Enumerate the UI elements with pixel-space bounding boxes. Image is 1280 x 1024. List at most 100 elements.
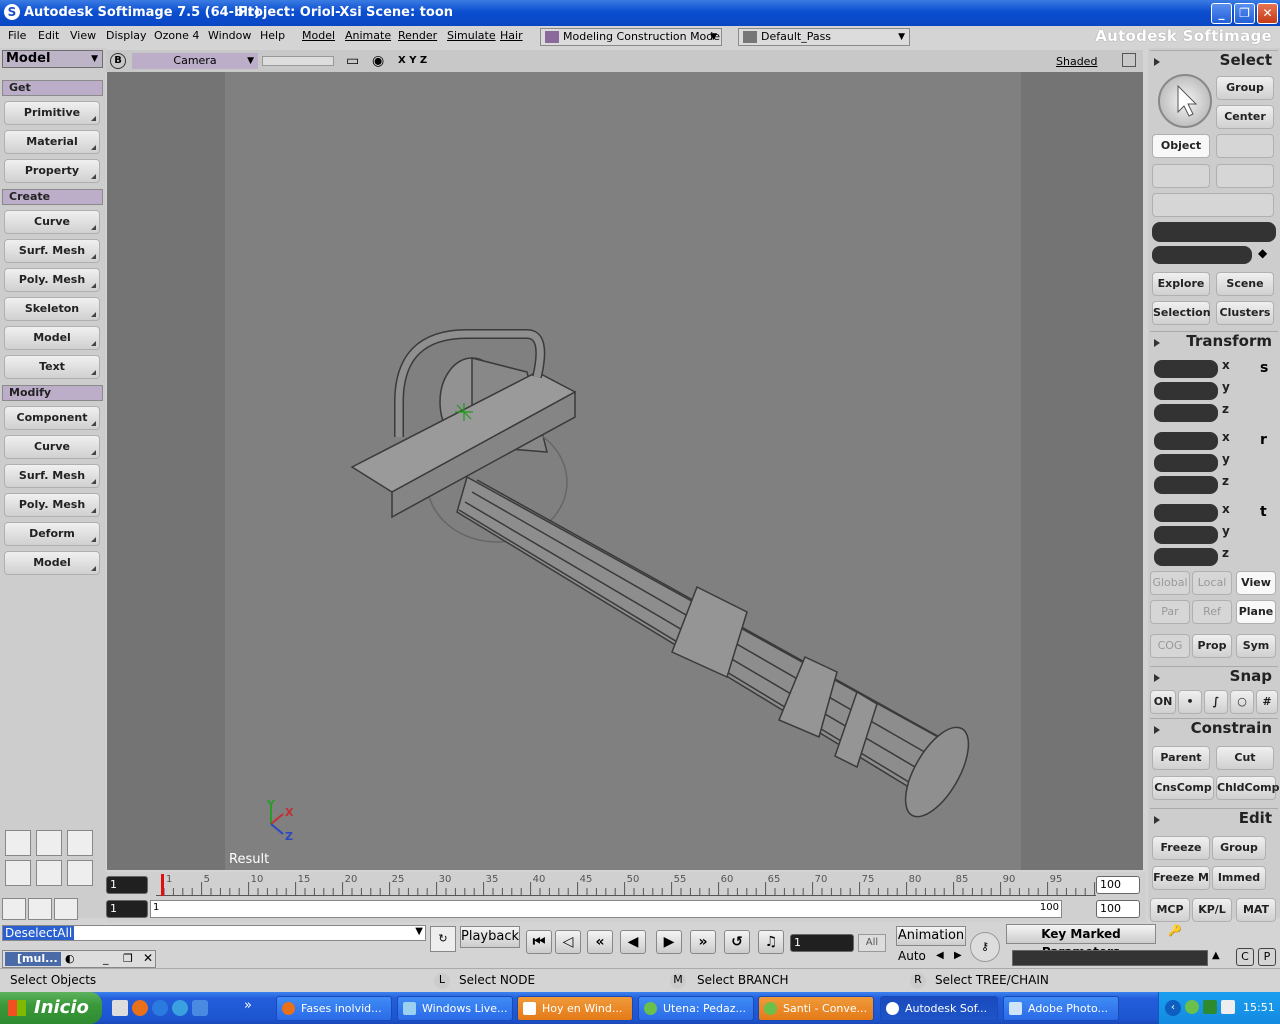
- get-property-button[interactable]: Property: [4, 159, 100, 183]
- snap-curves-icon[interactable]: ∫: [1204, 690, 1228, 714]
- prev-key-arrow-icon[interactable]: ◀: [936, 950, 944, 961]
- keying-set-field[interactable]: [1012, 950, 1208, 966]
- shading-select[interactable]: Shaded: [1056, 55, 1097, 68]
- scale-y-field[interactable]: [1154, 382, 1218, 400]
- maximize-button[interactable]: ❐: [1234, 3, 1255, 24]
- cnscomp-button[interactable]: CnsComp: [1152, 776, 1214, 800]
- layout-three-icon[interactable]: [67, 860, 93, 886]
- audio-icon[interactable]: ♫: [758, 930, 784, 954]
- menu-view[interactable]: View: [70, 29, 96, 42]
- animation-menu-button[interactable]: Animation: [896, 926, 966, 946]
- chldcomp-button[interactable]: ChldComp: [1216, 776, 1280, 800]
- range-slider[interactable]: 1 100: [150, 900, 1062, 918]
- command-line[interactable]: DeselectAll ▼: [2, 925, 426, 941]
- explore-button[interactable]: Explore: [1152, 272, 1210, 296]
- selection-name-field[interactable]: [1152, 222, 1276, 242]
- scale-tool-button[interactable]: s: [1260, 360, 1268, 376]
- layout-vertical-icon[interactable]: [36, 860, 62, 886]
- timeline-end-field[interactable]: 100: [1096, 876, 1140, 894]
- global-mode-button[interactable]: Global: [1150, 571, 1190, 595]
- timeline-start-field[interactable]: 1: [106, 876, 148, 894]
- ref-mode-button[interactable]: Ref: [1192, 600, 1232, 624]
- select-filter-button[interactable]: [1152, 193, 1274, 217]
- mini-tab[interactable]: [mul...: [5, 952, 61, 966]
- create-model-button[interactable]: Model: [4, 326, 100, 350]
- layout-split-icon[interactable]: [36, 830, 62, 856]
- section-create[interactable]: Create: [2, 189, 103, 205]
- paste-keys-icon[interactable]: P: [1258, 948, 1276, 966]
- modify-deform-button[interactable]: Deform: [4, 522, 100, 546]
- quicklaunch-media-icon[interactable]: [112, 1000, 128, 1016]
- quicklaunch-browser-icon[interactable]: [172, 1000, 188, 1016]
- select-arrow-icon[interactable]: [1158, 74, 1212, 128]
- menu-help[interactable]: Help: [260, 29, 285, 42]
- parent-button[interactable]: Parent: [1152, 746, 1210, 770]
- tray-messenger-icon[interactable]: [1185, 1000, 1199, 1014]
- modify-component-button[interactable]: Component: [4, 406, 100, 430]
- translate-tool-button[interactable]: t: [1260, 504, 1267, 520]
- get-material-button[interactable]: Material: [4, 130, 100, 154]
- camera-select[interactable]: Camera ▼: [132, 53, 258, 69]
- select-group-button[interactable]: Group: [1216, 76, 1274, 100]
- select-object-button[interactable]: Object: [1152, 134, 1210, 158]
- taskbar-item-hoy-en-windows[interactable]: Hoy en Wind...: [517, 996, 633, 1021]
- eye-icon[interactable]: ◉: [372, 53, 384, 69]
- key-icon[interactable]: ⚷: [970, 932, 1000, 962]
- taskbar-item-photoshop[interactable]: Adobe Photo...: [1003, 996, 1119, 1021]
- rotate-x-field[interactable]: [1154, 432, 1218, 450]
- create-text-button[interactable]: Text: [4, 355, 100, 379]
- taskbar-item-santi[interactable]: Santi - Conve...: [758, 996, 874, 1021]
- freeze-m-button[interactable]: Freeze M: [1152, 866, 1210, 890]
- mat-tab[interactable]: MAT: [1236, 898, 1276, 922]
- scale-z-field[interactable]: [1154, 404, 1218, 422]
- select-panel-title[interactable]: Select: [1150, 50, 1278, 70]
- viewport-letter[interactable]: B: [110, 53, 126, 69]
- create-skeleton-button[interactable]: Skeleton: [4, 297, 100, 321]
- playback-menu-button[interactable]: Playback: [460, 926, 520, 948]
- kpl-tab[interactable]: KP/L: [1192, 898, 1232, 922]
- clusters-button[interactable]: Clusters: [1216, 301, 1274, 325]
- snap-panel-title[interactable]: Snap: [1150, 666, 1278, 686]
- tab-options-icon[interactable]: ◐: [65, 952, 75, 965]
- snap-keys-icon[interactable]: [2, 898, 26, 920]
- quicklaunch-app-icon[interactable]: [192, 1000, 208, 1016]
- quicklaunch-more-icon[interactable]: »: [244, 998, 252, 1013]
- menu-file[interactable]: File: [8, 29, 26, 42]
- current-frame-field[interactable]: 1: [790, 934, 854, 952]
- layout-single-icon[interactable]: [5, 830, 31, 856]
- mcp-tab[interactable]: MCP: [1150, 898, 1190, 922]
- tray-expand-icon[interactable]: ‹: [1165, 1000, 1181, 1016]
- layout-horizontal-icon[interactable]: [5, 860, 31, 886]
- selection-filter-field[interactable]: [1152, 246, 1252, 264]
- selection-button[interactable]: Selection: [1152, 301, 1211, 325]
- auto-key-button[interactable]: Auto: [898, 949, 926, 963]
- freeze-button[interactable]: Freeze: [1152, 836, 1210, 860]
- menu-simulate[interactable]: Simulate: [447, 29, 496, 42]
- pass-select[interactable]: Default_Pass ▼: [738, 28, 910, 46]
- sphere-icon[interactable]: [54, 898, 78, 920]
- prev-key-icon[interactable]: «: [587, 930, 613, 954]
- scene-button[interactable]: Scene: [1216, 272, 1274, 296]
- select-blank-button[interactable]: [1216, 134, 1274, 158]
- create-curve-button[interactable]: Curve: [4, 210, 100, 234]
- get-primitive-button[interactable]: Primitive: [4, 101, 100, 125]
- snap-points-icon[interactable]: •: [1178, 690, 1202, 714]
- menu-animate[interactable]: Animate: [345, 29, 391, 42]
- quicklaunch-firefox-icon[interactable]: [132, 1000, 148, 1016]
- toolbar-mode-select[interactable]: Model ▼: [2, 50, 103, 68]
- all-button[interactable]: All: [858, 934, 886, 952]
- modify-poly-mesh-button[interactable]: Poly. Mesh: [4, 493, 100, 517]
- menu-ozone[interactable]: Ozone 4: [154, 29, 199, 42]
- rotate-y-field[interactable]: [1154, 454, 1218, 472]
- select-blank-button-3[interactable]: [1216, 164, 1274, 188]
- menu-render[interactable]: Render: [398, 29, 437, 42]
- play-backward-icon[interactable]: ◀: [620, 930, 646, 954]
- snap-grid-icon[interactable]: #: [1256, 690, 1278, 714]
- rotate-tool-button[interactable]: r: [1260, 432, 1267, 448]
- constrain-panel-title[interactable]: Constrain: [1150, 718, 1278, 738]
- axis-toggles[interactable]: X Y Z: [398, 55, 427, 66]
- transform-panel-title[interactable]: Transform: [1150, 331, 1278, 351]
- plane-mode-button[interactable]: Plane: [1236, 600, 1276, 624]
- loop-toggle-icon[interactable]: ↻: [430, 926, 456, 952]
- minigun-model[interactable]: [107, 72, 1143, 870]
